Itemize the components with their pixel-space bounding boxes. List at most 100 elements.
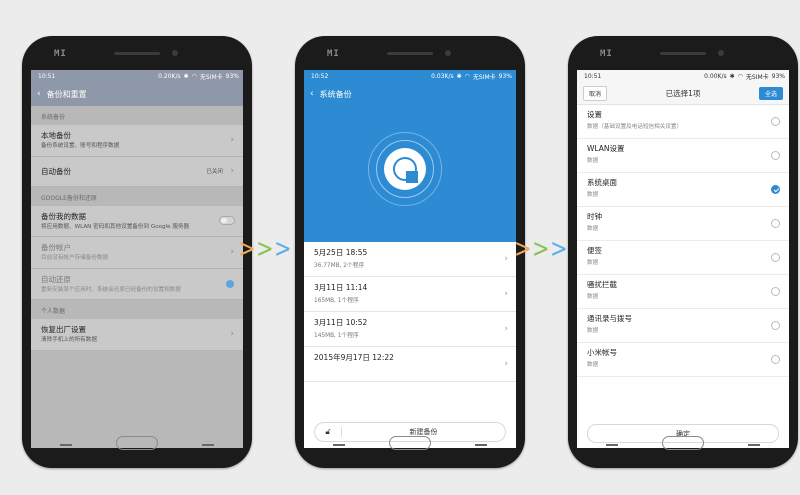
wifi-icon: ◠ xyxy=(191,72,197,80)
chevron-right-icon: > xyxy=(238,234,256,264)
back-key[interactable] xyxy=(475,444,487,446)
list-item[interactable]: WLAN设置 数据 xyxy=(577,139,789,173)
checkbox[interactable] xyxy=(771,354,780,364)
back-key[interactable] xyxy=(202,444,214,446)
row-title: 恢复出厂设置 xyxy=(41,325,86,335)
screen-system-backup: 10:52 0.03K/s ✱ ◠ 无SIM卡 93% ‹ 系统备份 5月25日… xyxy=(304,70,516,448)
home-button[interactable] xyxy=(389,436,431,450)
phone-frame-3: MI 10:51 0.00K/s ✱ ◠ 无SIM卡 93% 取消 已选择1项 … xyxy=(568,36,798,468)
earpiece xyxy=(387,52,433,55)
backup-list: 5月25日 18:55 36.77MB, 2个程序 › 3月11日 11:14 … xyxy=(304,242,516,382)
status-carrier: 无SIM卡 xyxy=(199,73,223,81)
chevron-right-icon: > xyxy=(514,234,532,264)
backup-item[interactable]: 3月11日 10:52 145MB, 1个程序 › xyxy=(304,312,516,347)
item-desc: 数据 xyxy=(587,328,599,334)
phone-frame-1: MI 10:51 0.20K/s ✱ ◠ 无SIM卡 93% ‹ 备份和重置 系… xyxy=(22,36,252,468)
chevron-right-icon: › xyxy=(504,254,508,264)
list-item[interactable]: 通讯录与拨号 数据 xyxy=(577,309,789,343)
chevron-right-icon: › xyxy=(504,359,508,369)
cancel-button[interactable]: 取消 xyxy=(583,85,608,101)
item-desc: 数据 xyxy=(587,260,599,266)
checkbox[interactable] xyxy=(771,286,780,296)
backup-item[interactable]: 5月25日 18:55 36.77MB, 2个程序 › xyxy=(304,242,516,277)
chevron-right-icon: › xyxy=(230,135,234,146)
list-item[interactable]: 系统桌面 数据 xyxy=(577,173,789,207)
row-desc: 重新安装某个应用时，系统会还原已经备份的设置和数据 xyxy=(41,286,181,293)
checkbox[interactable] xyxy=(771,252,780,262)
item-desc: 数据 xyxy=(587,158,599,164)
backup-info: 165MB, 1个程序 xyxy=(314,298,359,304)
list-item[interactable]: 时钟 数据 xyxy=(577,207,789,241)
backup-toggle[interactable] xyxy=(219,215,235,225)
backup-my-data-row[interactable]: 备份我的数据 将应用数据、WLAN 密码和其他设置备份到 Google 服务器 xyxy=(31,205,243,238)
back-icon[interactable]: ‹ xyxy=(37,89,41,99)
row-title: 备份我的数据 xyxy=(41,211,86,221)
chevron-right-icon: › xyxy=(504,289,508,299)
phone-frame-2: MI 10:52 0.03K/s ✱ ◠ 无SIM卡 93% ‹ 系统备份 5月… xyxy=(295,36,525,468)
item-title: 时钟 xyxy=(587,212,602,221)
select-all-button[interactable]: 全选 xyxy=(758,86,783,100)
settings-list: 系统备份 本地备份 备份系统设置、账号和程序数据 › 自动备份 已关闭 › GO… xyxy=(31,106,243,448)
home-button[interactable] xyxy=(662,436,704,450)
backup-info: 145MB, 1个程序 xyxy=(314,333,359,339)
local-backup-row[interactable]: 本地备份 备份系统设置、账号和程序数据 › xyxy=(31,125,243,157)
item-desc: 数据 xyxy=(587,294,599,300)
menu-key[interactable] xyxy=(60,444,72,446)
auto-backup-row[interactable]: 自动备份 已关闭 › xyxy=(31,156,243,187)
status-bar: 10:51 0.20K/s ✱ ◠ 无SIM卡 93% xyxy=(31,70,243,82)
item-title: 便签 xyxy=(587,246,602,255)
checkbox[interactable] xyxy=(771,150,780,160)
status-bar: 10:51 0.00K/s ✱ ◠ 无SIM卡 93% xyxy=(577,70,789,82)
front-camera xyxy=(718,50,724,56)
chevron-right-icon: › xyxy=(230,247,234,258)
row-desc: 备份系统设置、账号和程序数据 xyxy=(41,143,120,149)
item-desc: 数据（基础设置及电话短信相关设置） xyxy=(587,124,683,130)
row-desc: 目前没有帐户存储备份数据 xyxy=(41,255,109,262)
chevron-right-icon: > xyxy=(255,234,274,264)
home-button[interactable] xyxy=(116,436,158,450)
flow-arrows-2: > > > xyxy=(512,234,568,264)
status-battery: 93% xyxy=(498,72,512,80)
auto-restore-row[interactable]: 自动还原 重新安装某个应用时，系统会还原已经备份的设置和数据 xyxy=(31,268,243,301)
screen-backup-reset: 10:51 0.20K/s ✱ ◠ 无SIM卡 93% ‹ 备份和重置 系统备份… xyxy=(31,70,243,448)
section-label: 个人数据 xyxy=(41,308,66,316)
back-icon[interactable]: ‹ xyxy=(310,89,314,99)
bluetooth-icon: ✱ xyxy=(456,72,462,80)
checkbox[interactable] xyxy=(771,320,780,330)
row-value: 已关闭 xyxy=(206,169,223,176)
backup-account-row[interactable]: 备份帐户 目前没有帐户存储备份数据 › xyxy=(31,237,243,269)
row-title: 自动备份 xyxy=(41,166,71,176)
factory-reset-row[interactable]: 恢复出厂设置 清除手机上的所有数据 › xyxy=(31,319,243,351)
item-title: WLAN设置 xyxy=(587,144,625,153)
menu-key[interactable] xyxy=(333,444,345,446)
list-item[interactable]: 小米帐号 数据 xyxy=(577,343,789,377)
back-key[interactable] xyxy=(748,444,760,446)
brand-logo: MI xyxy=(600,49,613,59)
item-title: 通讯录与拨号 xyxy=(587,314,632,323)
section-label: 系统备份 xyxy=(41,114,66,121)
item-title: 系统桌面 xyxy=(587,178,617,187)
chevron-right-icon: > xyxy=(549,234,568,264)
selection-header: 取消 已选择1项 全选 xyxy=(577,82,789,105)
header: ‹ 系统备份 xyxy=(304,82,516,106)
backup-item[interactable]: 2015年9月17日 12:22 › xyxy=(304,347,516,382)
checkbox[interactable] xyxy=(771,218,780,228)
chevron-right-icon: > xyxy=(273,234,292,264)
backup-date: 3月11日 11:14 xyxy=(314,283,368,292)
status-speed: 0.20K/s xyxy=(158,72,181,80)
screen-select-items: 10:51 0.00K/s ✱ ◠ 无SIM卡 93% 取消 已选择1项 全选 … xyxy=(577,70,789,448)
list-item[interactable]: 设置 数据（基础设置及电话短信相关设置） xyxy=(577,105,789,139)
row-desc: 将应用数据、WLAN 密码和其他设置备份到 Google 服务器 xyxy=(41,223,190,230)
list-item[interactable]: 骚扰拦截 数据 xyxy=(577,275,789,309)
checkbox-checked[interactable] xyxy=(771,184,780,194)
auto-restore-switch[interactable] xyxy=(226,279,234,288)
status-carrier: 无SIM卡 xyxy=(472,73,496,81)
page-title: 备份和重置 xyxy=(46,89,87,99)
backup-item[interactable]: 3月11日 11:14 165MB, 1个程序 › xyxy=(304,277,516,312)
menu-key[interactable] xyxy=(606,444,618,446)
backup-date: 2015年9月17日 12:22 xyxy=(314,353,394,362)
brand-logo: MI xyxy=(54,49,67,59)
unlock-icon[interactable]: 🔓︎ xyxy=(315,427,342,437)
list-item[interactable]: 便签 数据 xyxy=(577,241,789,275)
checkbox[interactable] xyxy=(771,116,780,126)
